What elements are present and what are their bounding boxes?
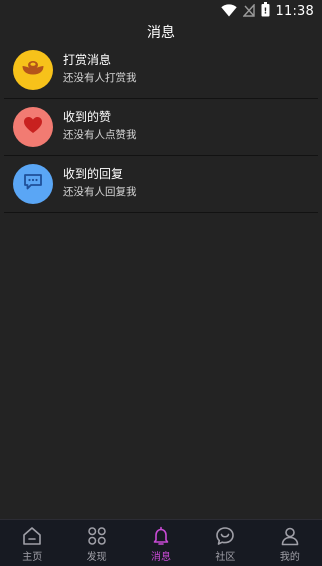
community-icon — [214, 525, 236, 547]
home-icon — [21, 525, 43, 547]
list-item-title: 打赏消息 — [63, 53, 112, 67]
list-item-title: 收到的回复 — [63, 167, 124, 181]
header: 消息 — [0, 22, 322, 42]
tips-avatar — [13, 50, 53, 90]
battery-icon: ! — [261, 1, 270, 21]
list-item-title: 收到的赞 — [63, 110, 112, 124]
gold-ingot-icon — [21, 58, 45, 82]
tab-community[interactable]: 社区 — [193, 520, 257, 566]
list-item-subtitle: 还没有人点赞我 — [63, 129, 137, 141]
page-title: 消息 — [147, 25, 175, 41]
signal-off-icon — [241, 2, 255, 21]
profile-icon — [279, 525, 301, 547]
bottom-tab-bar: 主页 发现 消息 社区 我的 — [0, 519, 322, 566]
tab-label: 发现 — [86, 552, 107, 563]
wifi-icon — [220, 2, 237, 21]
likes-avatar — [13, 107, 53, 147]
heart-icon — [23, 116, 43, 138]
list-item-subtitle: 还没有人打赏我 — [63, 72, 137, 84]
tab-messages[interactable]: 消息 — [129, 520, 193, 566]
list-item-likes[interactable]: 收到的赞 还没有人点赞我 — [4, 99, 318, 156]
bell-icon — [150, 525, 172, 547]
tab-discover[interactable]: 发现 — [64, 520, 128, 566]
status-bar: ! 11:38 — [0, 0, 322, 22]
tab-home[interactable]: 主页 — [0, 520, 64, 566]
discover-icon — [86, 525, 108, 547]
chat-bubble-icon — [23, 173, 43, 195]
tab-label: 主页 — [22, 552, 43, 563]
tab-label: 消息 — [151, 552, 172, 563]
svg-text:!: ! — [263, 6, 267, 15]
tab-label: 社区 — [215, 552, 236, 563]
status-time: 11:38 — [275, 3, 314, 19]
status-icons: ! 11:38 — [220, 1, 314, 21]
list-item-tips[interactable]: 打赏消息 还没有人打赏我 — [4, 42, 318, 99]
message-list: 打赏消息 还没有人打赏我 收到的赞 还没有人点赞我 收到的回复 还没有人回复我 — [4, 42, 318, 213]
tab-profile[interactable]: 我的 — [258, 520, 322, 566]
list-item-subtitle: 还没有人回复我 — [63, 186, 137, 198]
replies-avatar — [13, 164, 53, 204]
list-item-replies[interactable]: 收到的回复 还没有人回复我 — [4, 156, 318, 213]
tab-label: 我的 — [279, 552, 300, 563]
